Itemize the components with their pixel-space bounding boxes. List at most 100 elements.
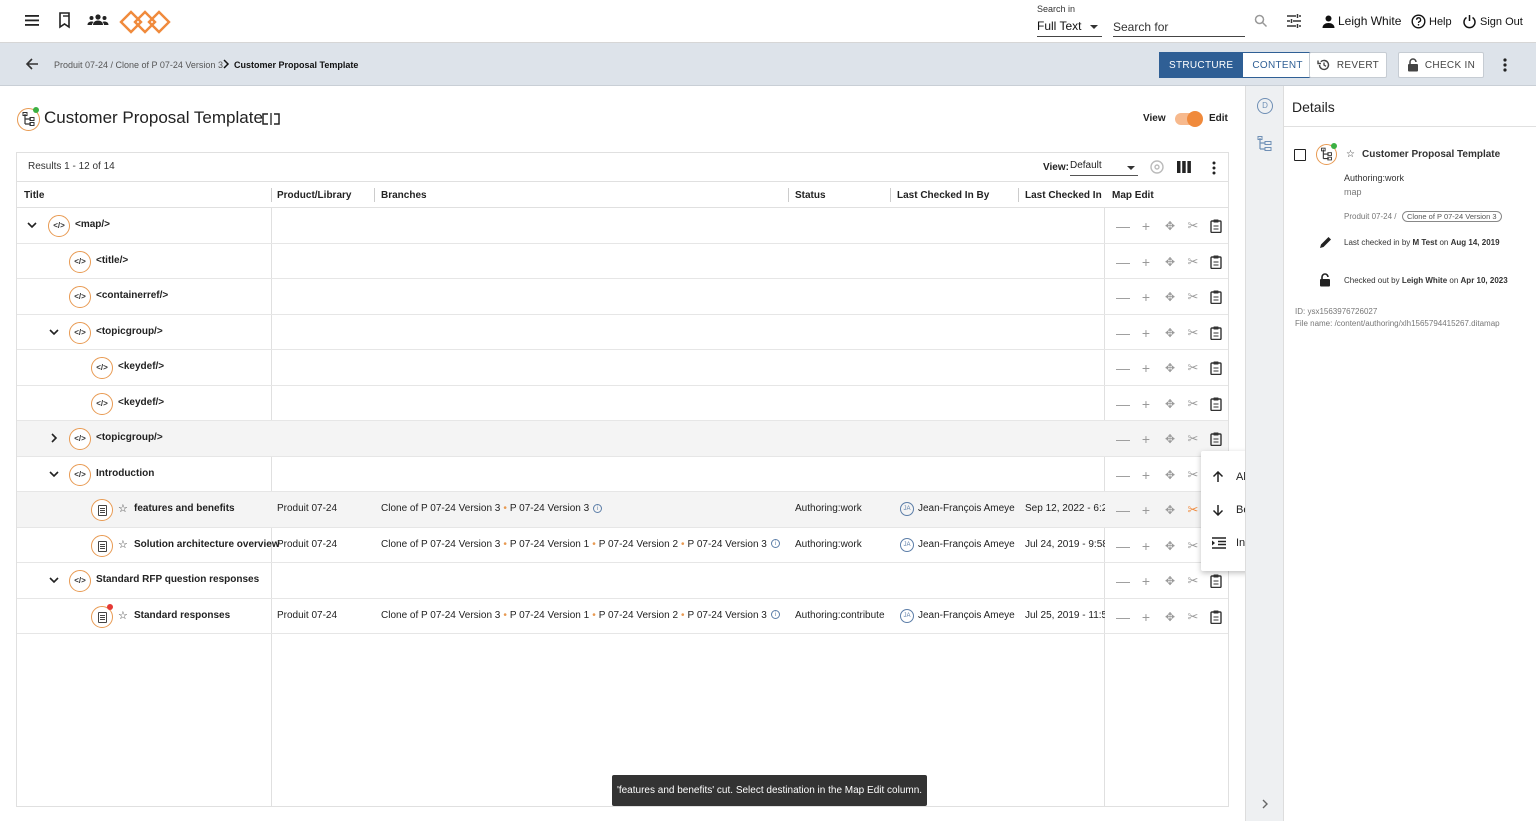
row-title[interactable]: <topicgroup/> <box>96 432 163 443</box>
row-title[interactable]: Standard responses <box>134 610 230 621</box>
row-title[interactable]: <title/> <box>96 255 128 266</box>
help-link[interactable]: Help <box>1411 14 1452 29</box>
clipboard-icon[interactable] <box>1206 252 1226 272</box>
table-row[interactable]: </> <map/> — + ✥ ✂ <box>17 208 1228 244</box>
clipboard-icon[interactable] <box>1206 216 1226 236</box>
refresh-icon[interactable] <box>1149 159 1165 175</box>
info-icon[interactable]: i <box>770 610 780 620</box>
table-row[interactable]: </> <keydef/> — + ✥ ✂ <box>17 350 1228 386</box>
table-row[interactable]: ☆ Standard responses Produit 07-24 Clone of… <box>17 599 1228 634</box>
row-title[interactable]: Introduction <box>96 468 154 479</box>
table-row[interactable]: </> <keydef/> — + ✥ ✂ <box>17 386 1228 421</box>
cut-icon[interactable]: ✂ <box>1183 252 1203 272</box>
remove-icon[interactable]: — <box>1113 500 1133 520</box>
add-icon[interactable]: + <box>1136 571 1156 591</box>
info-icon[interactable]: i <box>770 539 780 549</box>
table-row[interactable]: ☆ features and benefits Produit 07-24 Clone… <box>17 492 1228 528</box>
add-icon[interactable]: + <box>1136 394 1156 414</box>
row-title[interactable]: <keydef/> <box>118 397 164 408</box>
back-arrow-icon[interactable] <box>25 57 39 71</box>
cut-icon[interactable]: ✂ <box>1183 323 1203 343</box>
sign-out-link[interactable]: Sign Out <box>1462 14 1523 29</box>
table-row[interactable]: </> Standard RFP question responses — + ✥… <box>17 563 1228 599</box>
cut-icon[interactable]: ✂ <box>1183 500 1203 520</box>
search-icon[interactable] <box>1254 14 1268 28</box>
cut-icon[interactable]: ✂ <box>1183 358 1203 378</box>
clipboard-icon[interactable] <box>1206 607 1226 627</box>
brand-logo[interactable] <box>118 9 172 35</box>
cut-icon[interactable]: ✂ <box>1183 465 1203 485</box>
search-input[interactable] <box>1113 17 1245 37</box>
breadcrumb-parent[interactable]: Produit 07-24 / Clone of P 07-24 Version… <box>54 60 223 70</box>
move-icon[interactable]: ✥ <box>1160 287 1180 307</box>
chevron-down-icon[interactable] <box>49 327 59 337</box>
tree-outline-icon[interactable] <box>1257 136 1273 152</box>
add-icon[interactable]: + <box>1136 500 1156 520</box>
add-icon[interactable]: + <box>1136 252 1156 272</box>
grid-view-select[interactable]: Default <box>1070 160 1138 176</box>
content-tab[interactable]: CONTENT <box>1243 52 1313 78</box>
cut-icon[interactable]: ✂ <box>1183 607 1203 627</box>
remove-icon[interactable]: — <box>1113 536 1133 556</box>
chevron-down-icon[interactable] <box>49 469 59 479</box>
add-icon[interactable]: + <box>1136 536 1156 556</box>
move-icon[interactable]: ✥ <box>1160 607 1180 627</box>
cut-icon[interactable]: ✂ <box>1183 429 1203 449</box>
star-icon[interactable]: ☆ <box>118 538 128 551</box>
expand-panel-chevron-icon[interactable] <box>1261 799 1269 809</box>
details-tab-icon[interactable]: D <box>1257 98 1273 114</box>
row-title[interactable]: <containerref/> <box>96 290 168 301</box>
user-menu[interactable]: Leigh White <box>1322 14 1401 28</box>
columns-icon[interactable] <box>1177 161 1191 173</box>
row-title[interactable]: <keydef/> <box>118 361 164 372</box>
chevron-down-icon[interactable] <box>27 220 37 230</box>
add-icon[interactable]: + <box>1136 607 1156 627</box>
table-row[interactable]: </> <containerref/> — + ✥ ✂ <box>17 279 1228 315</box>
remove-icon[interactable]: — <box>1113 607 1133 627</box>
row-title[interactable]: Standard RFP question responses <box>96 574 259 585</box>
add-icon[interactable]: + <box>1136 216 1156 236</box>
move-icon[interactable]: ✥ <box>1160 216 1180 236</box>
table-row[interactable]: </> <topicgroup/> — + ✥ ✂ <box>17 421 1228 457</box>
col-title[interactable]: Title <box>24 190 44 201</box>
move-icon[interactable]: ✥ <box>1160 252 1180 272</box>
remove-icon[interactable]: — <box>1113 465 1133 485</box>
move-icon[interactable]: ✥ <box>1160 465 1180 485</box>
revert-button[interactable]: REVERT <box>1309 52 1387 78</box>
row-title[interactable]: <map/> <box>75 219 110 230</box>
cut-icon[interactable]: ✂ <box>1183 216 1203 236</box>
move-icon[interactable]: ✥ <box>1160 323 1180 343</box>
row-title[interactable]: Solution architecture overview <box>134 539 280 550</box>
cut-icon[interactable]: ✂ <box>1183 394 1203 414</box>
structure-tab[interactable]: STRUCTURE <box>1159 52 1244 78</box>
star-icon[interactable]: ☆ <box>1346 149 1355 160</box>
col-last-checked-date[interactable]: Last Checked In Da <box>1025 190 1105 201</box>
grid-more-vert-icon[interactable] <box>1210 160 1218 176</box>
col-last-checked-by[interactable]: Last Checked In By <box>897 190 989 201</box>
row-title[interactable]: <topicgroup/> <box>96 326 163 337</box>
remove-icon[interactable]: — <box>1113 394 1133 414</box>
move-icon[interactable]: ✥ <box>1160 394 1180 414</box>
remove-icon[interactable]: — <box>1113 287 1133 307</box>
move-icon[interactable]: ✥ <box>1160 358 1180 378</box>
col-product[interactable]: Product/Library <box>277 190 351 201</box>
add-icon[interactable]: + <box>1136 323 1156 343</box>
remove-icon[interactable]: — <box>1113 323 1133 343</box>
more-vert-icon[interactable] <box>1501 57 1509 73</box>
chevron-right-icon[interactable] <box>49 433 59 443</box>
move-icon[interactable]: ✥ <box>1160 571 1180 591</box>
star-icon[interactable]: ☆ <box>118 502 128 515</box>
remove-icon[interactable]: — <box>1113 216 1133 236</box>
table-row[interactable]: </> <title/> — + ✥ ✂ <box>17 244 1228 279</box>
groups-icon[interactable] <box>87 11 111 31</box>
remove-icon[interactable]: — <box>1113 429 1133 449</box>
chevron-down-icon[interactable] <box>49 575 59 585</box>
cut-icon[interactable]: ✂ <box>1183 536 1203 556</box>
clipboard-icon[interactable] <box>1206 571 1226 591</box>
table-row[interactable]: ☆ Solution architecture overview Produit 0… <box>17 528 1228 563</box>
add-icon[interactable]: + <box>1136 287 1156 307</box>
add-icon[interactable]: + <box>1136 429 1156 449</box>
move-icon[interactable]: ✥ <box>1160 536 1180 556</box>
cut-icon[interactable]: ✂ <box>1183 571 1203 591</box>
remove-icon[interactable]: — <box>1113 358 1133 378</box>
